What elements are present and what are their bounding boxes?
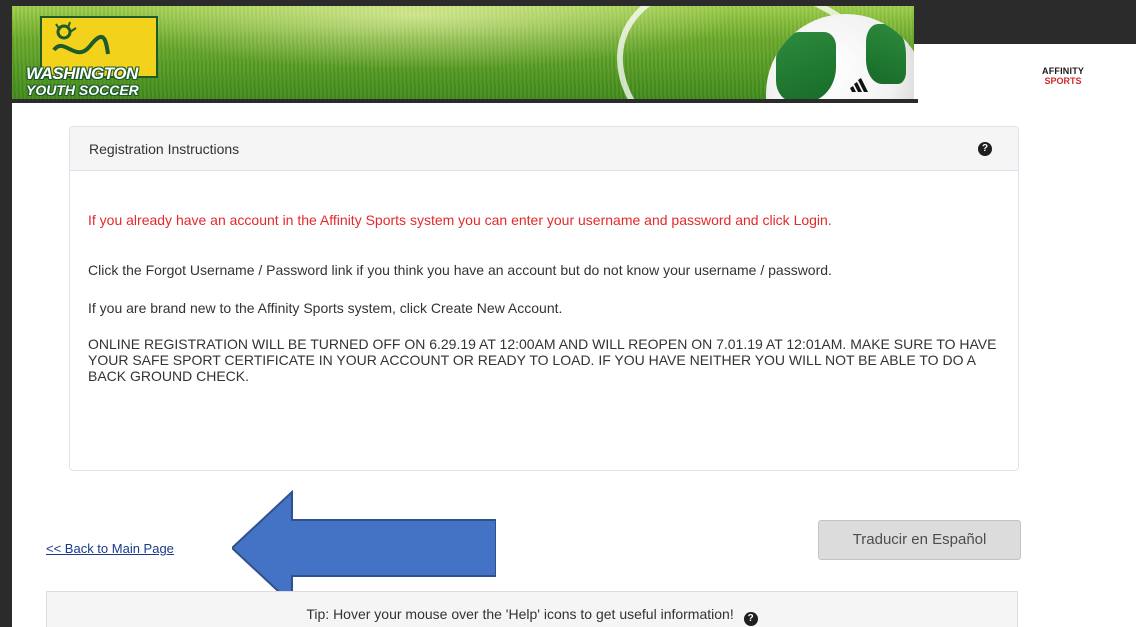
online-registration-notice: ONLINE REGISTRATION WILL BE TURNED OFF O… <box>88 336 997 384</box>
registration-instructions-panel: Registration Instructions ? <box>69 126 1019 471</box>
sports-logo-text: SPORTS <box>1044 76 1082 86</box>
question-circle-icon[interactable]: ? <box>978 142 992 156</box>
banner-bottom-border <box>12 99 918 103</box>
logo-text-youth-soccer: YOUTH SOCCER <box>26 82 139 98</box>
tip-line: Tip: Hover your mouse over the 'Help' ic… <box>47 606 1017 626</box>
site-header: WASHINGTON YOUTH SOCCER AFFINITY SPORTS <box>0 0 1136 104</box>
affinity-logo-text: AFFINITY <box>1042 66 1085 76</box>
panel-heading: Registration Instructions ? <box>70 127 1018 171</box>
back-to-main-page-link[interactable]: << Back to Main Page <box>46 541 174 556</box>
partner-tab <box>918 44 1136 104</box>
logo-figure-icon <box>52 21 110 55</box>
registration-page: WASHINGTON YOUTH SOCCER AFFINITY SPORTS … <box>0 0 1136 627</box>
question-circle-icon[interactable]: ? <box>743 612 758 626</box>
header-dark-corner <box>914 0 1136 44</box>
panel-title: Registration Instructions <box>89 141 240 157</box>
adidas-logo-icon <box>850 78 868 92</box>
translate-spanish-button[interactable]: Traducir en Español <box>818 520 1021 560</box>
logo-text-washington: WASHINGTON <box>26 64 138 83</box>
left-arrow-annotation-icon <box>232 490 496 606</box>
new-account-notice: If you are brand new to the Affinity Spo… <box>88 300 563 316</box>
login-notice: If you already have an account in the Af… <box>88 212 832 228</box>
tip-text: Tip: Hover your mouse over the 'Help' ic… <box>306 606 734 622</box>
washington-youth-soccer-logo[interactable]: WASHINGTON YOUTH SOCCER <box>26 16 176 98</box>
affinity-sports-logo[interactable]: AFFINITY SPORTS <box>1042 66 1084 86</box>
soccer-field-banner: WASHINGTON YOUTH SOCCER <box>12 6 914 100</box>
tip-bar: Tip: Hover your mouse over the 'Help' ic… <box>46 591 1018 627</box>
forgot-password-notice: Click the Forgot Username / Password lin… <box>88 262 832 278</box>
ball-panel <box>776 32 836 100</box>
